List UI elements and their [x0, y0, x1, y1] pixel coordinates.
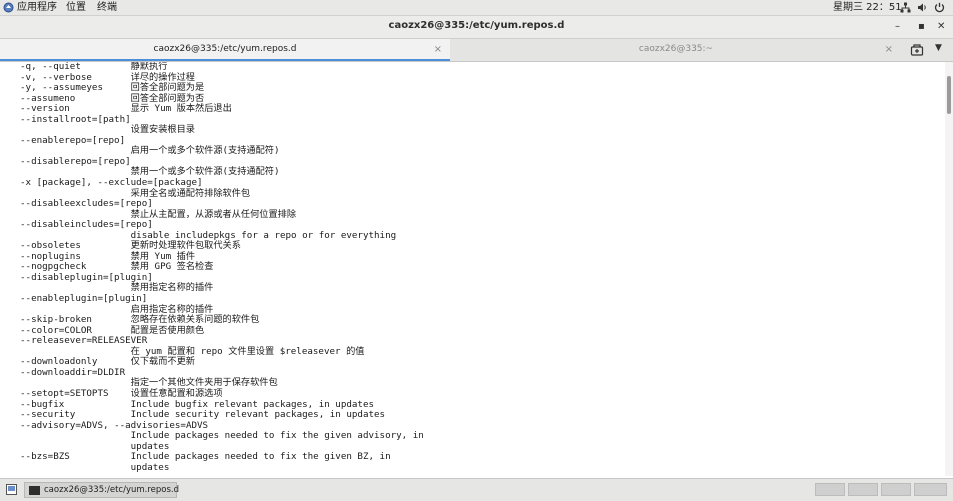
- tab-close-button[interactable]: ×: [434, 44, 442, 55]
- terminal-line: -q, --quiet 静默执行: [20, 62, 168, 72]
- tab-bar: caozx26@335:/etc/yum.repos.d × caozx26@3…: [0, 39, 953, 62]
- terminal-line: 禁止从主配置，从源或者从任何位置排除: [20, 208, 297, 220]
- terminal-line: 启用一个或多个软件源(支持通配符): [20, 145, 280, 157]
- terminal-line: --obsoletes 更新时处理软件包取代关系: [20, 240, 241, 252]
- taskbar-terminal-window[interactable]: caozx26@335:/etc/yum.repos.d: [24, 482, 179, 498]
- window-title: caozx26@335:/etc/yum.repos.d: [388, 20, 565, 31]
- terminal-scrollbar[interactable]: [945, 62, 953, 476]
- terminal-line: --nogpgcheck 禁用 GPG 签名检查: [20, 261, 214, 273]
- terminal-line: 启用指定名称的插件: [20, 303, 214, 315]
- workspace-3[interactable]: [881, 483, 911, 496]
- maximize-button[interactable]: ▪: [918, 21, 925, 33]
- terminal-line: 禁用指定名称的插件: [20, 282, 214, 294]
- terminal-line: --bzs=BZS Include packages needed to fix…: [20, 451, 391, 463]
- terminal-line: 设置安装根目录: [20, 124, 195, 136]
- window-titlebar[interactable]: caozx26@335:/etc/yum.repos.d – ▪ ✕: [0, 16, 953, 39]
- system-top-bar: 应用程序 位置 终端 星期三 22：51: [0, 0, 953, 16]
- terminal-line: --disableexcludes=[repo]: [20, 198, 153, 210]
- terminal-line: --enableplugin=[plugin]: [20, 293, 148, 305]
- terminal-line: --setopt=SETOPTS 设置任意配置和源选项: [20, 387, 223, 399]
- terminal-icon: [29, 486, 40, 495]
- show-desktop-icon[interactable]: [6, 484, 17, 495]
- terminal-line: --releasever=RELEASEVER: [20, 335, 148, 347]
- tab-menu-button[interactable]: ▼: [935, 43, 942, 53]
- terminal-line: -y, --assumeyes 回答全部问题为是: [20, 82, 205, 94]
- terminal-line: updates: [20, 461, 170, 473]
- terminal-line: --assumeno 回答全部问题为否: [20, 92, 205, 104]
- terminal-line: --version 显示 Yum 版本然后退出: [20, 103, 232, 115]
- new-tab-icon[interactable]: [910, 43, 924, 57]
- tab-label: caozx26@335:/etc/yum.repos.d: [153, 44, 297, 54]
- volume-icon[interactable]: [917, 2, 928, 13]
- terminal-menu[interactable]: 终端: [97, 1, 117, 14]
- workspace-4[interactable]: [914, 483, 947, 496]
- clock[interactable]: 星期三 22：51: [833, 1, 902, 14]
- terminal-line: --downloadonly 仅下载而不更新: [20, 356, 195, 368]
- terminal-line: --color=COLOR 配置是否使用颜色: [20, 324, 205, 336]
- terminal-line: --bugfix Include bugfix relevant package…: [20, 398, 375, 410]
- terminal-line: -v, --verbose 详尽的操作过程: [20, 71, 195, 83]
- terminal-text: -q, --quiet 静默执行 -v, --verbose 详尽的操作过程 -…: [0, 62, 945, 473]
- workspace-1[interactable]: [815, 483, 845, 496]
- terminal-line: --skip-broken 忽略存在依赖关系问题的软件包: [20, 314, 260, 326]
- applications-menu[interactable]: 应用程序: [17, 1, 57, 14]
- terminal-line: --disableincludes=[repo]: [20, 219, 153, 231]
- tab-close-button[interactable]: ×: [885, 44, 893, 55]
- taskbar: caozx26@335:/etc/yum.repos.d: [0, 478, 953, 501]
- workspace-2[interactable]: [848, 483, 878, 496]
- close-window-button[interactable]: ✕: [937, 21, 945, 33]
- network-icon[interactable]: [900, 2, 911, 13]
- power-icon[interactable]: [934, 2, 945, 13]
- tab-home[interactable]: caozx26@335:~ ×: [451, 39, 901, 61]
- taskbar-item-label: caozx26@335:/etc/yum.repos.d: [44, 485, 179, 495]
- terminal-line: --advisory=ADVS, --advisories=ADVS: [20, 419, 209, 431]
- terminal-line: 指定一个其他文件夹用于保存软件包: [20, 377, 278, 389]
- terminal-line: --security Include security relevant pac…: [20, 409, 386, 421]
- places-menu[interactable]: 位置: [66, 1, 86, 14]
- scrollbar-thumb[interactable]: [947, 76, 951, 114]
- terminal-line: updates: [20, 440, 170, 452]
- terminal-line: 禁用一个或多个软件源(支持通配符): [20, 166, 280, 178]
- terminal-line: Include packages needed to fix the given…: [20, 430, 424, 442]
- terminal-line: -x [package], --exclude=[package]: [20, 177, 203, 189]
- tab-yum-repos[interactable]: caozx26@335:/etc/yum.repos.d ×: [0, 39, 450, 61]
- tab-label: caozx26@335:~: [638, 44, 714, 54]
- terminal-line: 采用全名或通配符排除软件包: [20, 187, 251, 199]
- minimize-button[interactable]: –: [895, 21, 900, 33]
- applications-icon[interactable]: [3, 2, 14, 13]
- terminal-output[interactable]: -q, --quiet 静默执行 -v, --verbose 详尽的操作过程 -…: [0, 62, 945, 476]
